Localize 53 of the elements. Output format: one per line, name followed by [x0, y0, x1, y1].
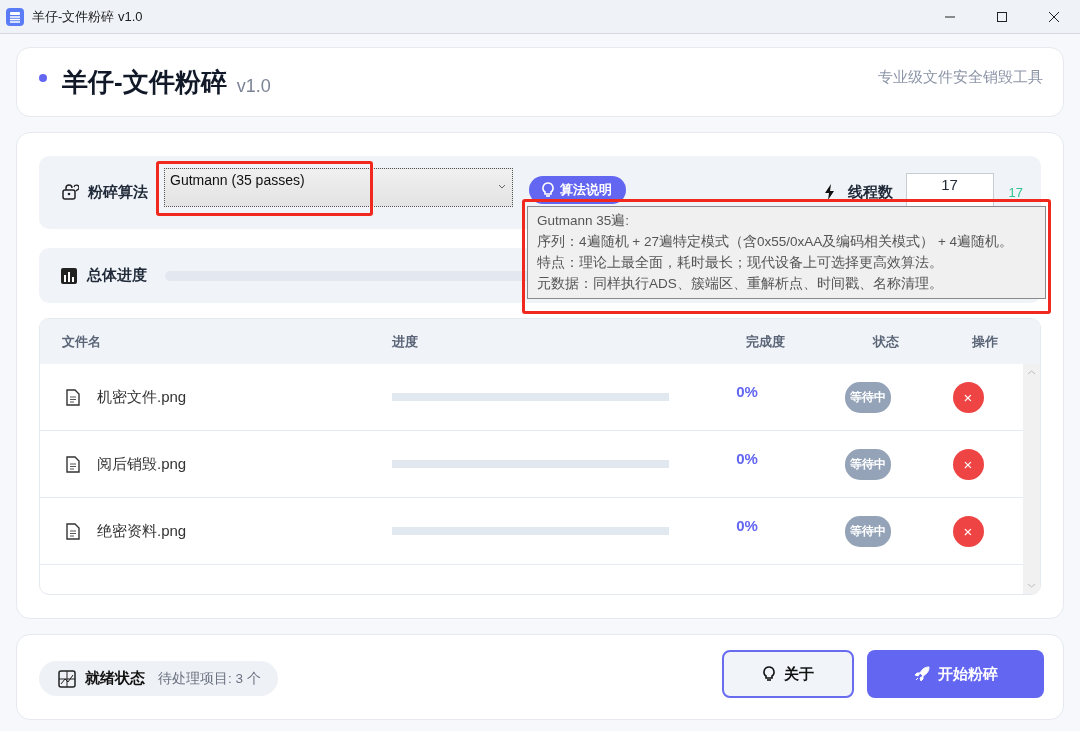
title-dot	[39, 74, 47, 82]
scroll-up-icon[interactable]	[1027, 370, 1036, 376]
scroll-down-icon[interactable]	[1027, 583, 1036, 588]
about-button[interactable]: 关于	[722, 650, 854, 698]
threads-label: 线程数	[847, 182, 893, 202]
status-label: 就绪状态	[85, 669, 145, 688]
column-header: 进度	[392, 332, 419, 351]
version-label: v1.0	[236, 75, 271, 97]
algorithm-info-button[interactable]: 算法说明	[529, 176, 626, 205]
remove-button[interactable]: ×	[952, 448, 984, 480]
column-header: 完成度	[746, 332, 786, 351]
remove-button[interactable]: ×	[952, 515, 984, 547]
threads-reading: 17	[1008, 184, 1023, 200]
completion-percent: 0%	[736, 516, 759, 534]
overall-progress-label: 总体进度	[87, 266, 147, 285]
start-shred-button[interactable]: 开始粉碎	[867, 650, 1044, 698]
file-icon	[66, 455, 80, 473]
pending-count: 待处理项目: 3 个	[158, 669, 261, 688]
file-icon	[66, 522, 80, 540]
chart-icon	[58, 669, 76, 688]
caret-icon	[498, 184, 506, 189]
algorithm-dropdown[interactable]: Gutmann (35 passes)	[164, 168, 513, 207]
status-badge: 等待中	[845, 381, 891, 413]
app-title: 羊仔-文件粉碎	[62, 65, 227, 99]
status-badge: 等待中	[845, 515, 891, 547]
subtitle: 专业级文件安全销毁工具	[878, 67, 1043, 87]
maximize-icon	[996, 10, 1008, 23]
window-title: 羊仔-文件粉碎 v1.0	[32, 7, 143, 26]
column-header: 状态	[873, 332, 900, 351]
remove-button[interactable]: ×	[952, 381, 984, 413]
tooltip-text: 序列：4遍随机 + 27遍特定模式（含0x55/0xAA及编码相关模式） + 4遍随机。	[537, 233, 1015, 251]
lightbulb-icon	[762, 666, 776, 682]
completion-percent: 0%	[736, 449, 759, 467]
tooltip-text: 元数据：同样执行ADS、簇端区、重解析点、时间戳、名称清理。	[537, 275, 944, 293]
completion-percent: 0%	[736, 382, 759, 400]
bar-chart-icon	[60, 266, 78, 285]
close-icon	[1048, 10, 1060, 23]
file-name: 阅后销毁.png	[97, 454, 187, 474]
app-icon	[6, 7, 24, 26]
status-badge: 等待中	[845, 448, 891, 480]
file-icon	[66, 388, 80, 406]
file-name: 机密文件.png	[97, 387, 187, 407]
rocket-icon	[913, 666, 930, 682]
file-name: 绝密资料.png	[97, 521, 187, 541]
algorithm-label: 粉碎算法	[88, 182, 148, 202]
tooltip-text: 特点：理论上最全面，耗时最长；现代设备上可选择更高效算法。	[537, 254, 944, 272]
column-header: 操作	[972, 332, 999, 351]
scrollbar[interactable]	[1023, 364, 1040, 594]
lightbulb-icon	[541, 182, 555, 199]
tooltip-text: Gutmann 35遍:	[537, 212, 631, 230]
lightning-icon	[823, 184, 836, 201]
lock-icon	[61, 183, 79, 202]
column-header: 文件名	[61, 332, 102, 351]
